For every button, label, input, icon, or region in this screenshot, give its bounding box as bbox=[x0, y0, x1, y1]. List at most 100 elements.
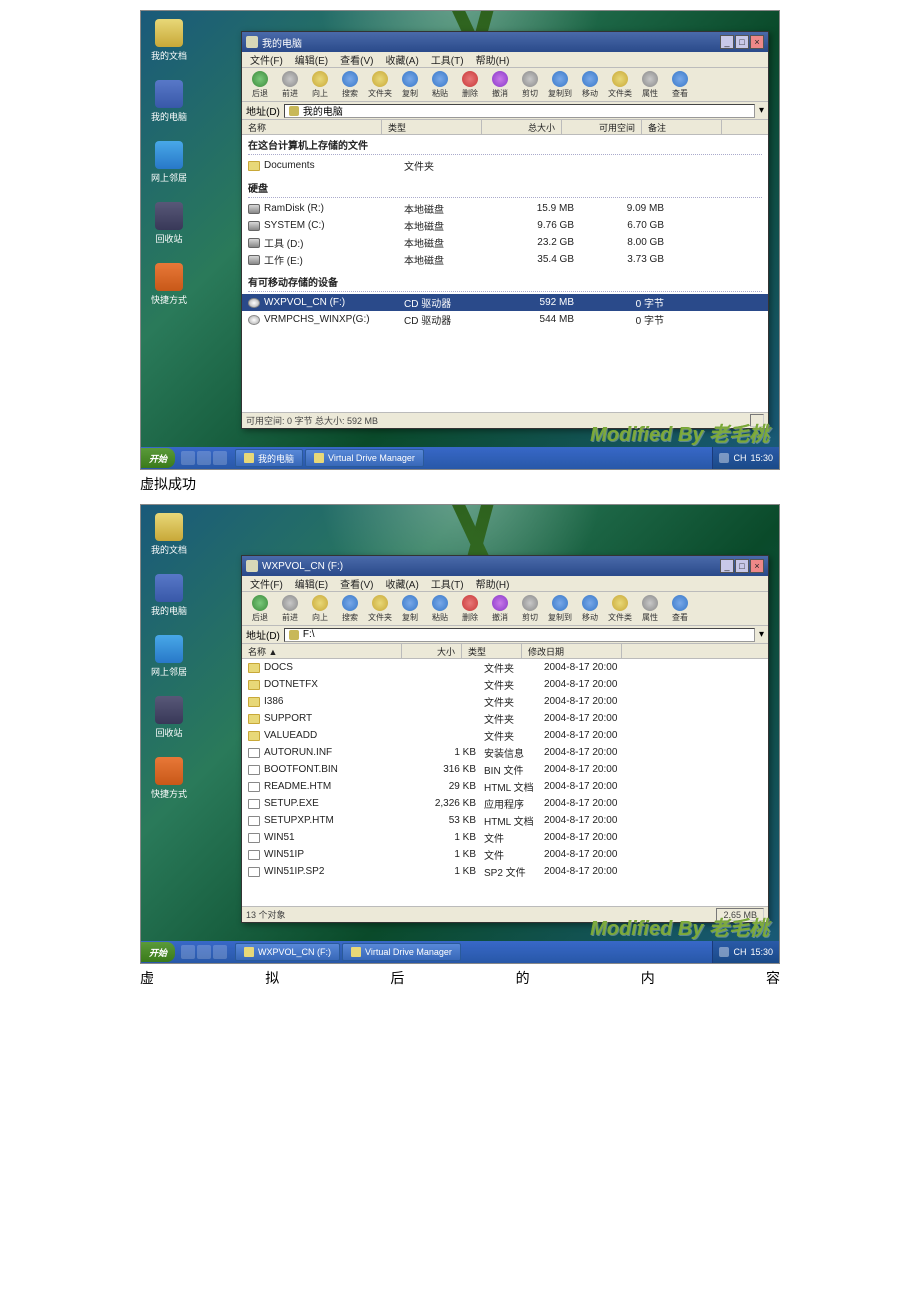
title-bar[interactable]: WXPVOL_CN (F:) _ □ × bbox=[242, 556, 768, 576]
start-button[interactable]: 开始 bbox=[141, 448, 175, 468]
tray-clock[interactable]: 15:30 bbox=[750, 453, 773, 463]
desktop-icon-my-documents[interactable]: 我的文档 bbox=[149, 513, 189, 556]
list-item[interactable]: SETUP.EXE2,326 KB应用程序2004-8-17 20:00 bbox=[242, 795, 768, 812]
toolbar-search-button[interactable]: 搜索 bbox=[336, 594, 364, 624]
list-item[interactable]: WIN51IP1 KB文件2004-8-17 20:00 bbox=[242, 846, 768, 863]
maximize-button[interactable]: □ bbox=[735, 559, 749, 573]
ql-ie-icon[interactable] bbox=[181, 945, 195, 959]
list-item[interactable]: 工作 (E:)本地磁盘35.4 GB3.73 GB bbox=[242, 251, 768, 268]
menu-help[interactable]: 帮助(H) bbox=[472, 576, 514, 591]
toolbar-delete-button[interactable]: 删除 bbox=[456, 594, 484, 624]
toolbar-filetype-button[interactable]: 文件类 bbox=[606, 594, 634, 624]
tray-lang[interactable]: CH bbox=[733, 453, 746, 463]
toolbar-undo-button[interactable]: 撤消 bbox=[486, 594, 514, 624]
desktop-icon-shortcut[interactable]: 快捷方式 bbox=[149, 263, 189, 306]
list-item[interactable]: SYSTEM (C:)本地磁盘9.76 GB6.70 GB bbox=[242, 217, 768, 234]
ql-explorer-icon[interactable] bbox=[213, 451, 227, 465]
toolbar-cut-button[interactable]: 剪切 bbox=[516, 594, 544, 624]
desktop-icon-network[interactable]: 网上邻居 bbox=[149, 635, 189, 678]
toolbar-moveto-button[interactable]: 移动 bbox=[576, 70, 604, 100]
list-item[interactable]: VRMPCHS_WINXP(G:)CD 驱动器544 MB0 字节 bbox=[242, 311, 768, 328]
list-item[interactable]: AUTORUN.INF1 KB安装信息2004-8-17 20:00 bbox=[242, 744, 768, 761]
toolbar-copy-button[interactable]: 复制 bbox=[396, 594, 424, 624]
list-item[interactable]: WIN51IP.SP21 KBSP2 文件2004-8-17 20:00 bbox=[242, 863, 768, 880]
tray-icon[interactable] bbox=[719, 947, 729, 957]
col-freespace[interactable]: 可用空间 bbox=[562, 120, 642, 134]
list-item[interactable]: README.HTM29 KBHTML 文档2004-8-17 20:00 bbox=[242, 778, 768, 795]
menu-favorites[interactable]: 收藏(A) bbox=[381, 52, 422, 67]
tray-clock[interactable]: 15:30 bbox=[750, 947, 773, 957]
maximize-button[interactable]: □ bbox=[735, 35, 749, 49]
toolbar-up-button[interactable]: 向上 bbox=[306, 70, 334, 100]
address-dropdown-icon[interactable]: ▾ bbox=[759, 629, 764, 640]
toolbar-folders-button[interactable]: 文件夹 bbox=[366, 594, 394, 624]
toolbar-search-button[interactable]: 搜索 bbox=[336, 70, 364, 100]
list-item[interactable]: DOTNETFX文件夹2004-8-17 20:00 bbox=[242, 676, 768, 693]
menu-help[interactable]: 帮助(H) bbox=[472, 52, 514, 67]
col-name[interactable]: 名称 bbox=[242, 120, 382, 134]
col-comment[interactable]: 备注 bbox=[642, 120, 722, 134]
menu-tools[interactable]: 工具(T) bbox=[427, 52, 468, 67]
list-item[interactable]: RamDisk (R:)本地磁盘15.9 MB9.09 MB bbox=[242, 200, 768, 217]
toolbar-cut-button[interactable]: 剪切 bbox=[516, 70, 544, 100]
col-type[interactable]: 类型 bbox=[462, 644, 522, 658]
toolbar-forward-button[interactable]: 前进 bbox=[276, 594, 304, 624]
toolbar-delete-button[interactable]: 删除 bbox=[456, 70, 484, 100]
list-item[interactable]: WXPVOL_CN (F:)CD 驱动器592 MB0 字节 bbox=[242, 294, 768, 311]
col-modified[interactable]: 修改日期 bbox=[522, 644, 622, 658]
menu-file[interactable]: 文件(F) bbox=[246, 52, 287, 67]
toolbar-forward-button[interactable]: 前进 bbox=[276, 70, 304, 100]
close-button[interactable]: × bbox=[750, 35, 764, 49]
menu-favorites[interactable]: 收藏(A) bbox=[381, 576, 422, 591]
desktop-icon-my-computer[interactable]: 我的电脑 bbox=[149, 574, 189, 617]
col-size[interactable]: 大小 bbox=[402, 644, 462, 658]
toolbar-copyto-button[interactable]: 复制到 bbox=[546, 70, 574, 100]
list-item[interactable]: Documents 文件夹 bbox=[242, 157, 768, 174]
list-item[interactable]: I386文件夹2004-8-17 20:00 bbox=[242, 693, 768, 710]
menu-file[interactable]: 文件(F) bbox=[246, 576, 287, 591]
toolbar-up-button[interactable]: 向上 bbox=[306, 594, 334, 624]
col-name[interactable]: 名称 ▲ bbox=[242, 644, 402, 658]
desktop-icon-network[interactable]: 网上邻居 bbox=[149, 141, 189, 184]
ql-desktop-icon[interactable] bbox=[197, 945, 211, 959]
toolbar-views-button[interactable]: 查看 bbox=[666, 70, 694, 100]
list-item[interactable]: WIN511 KB文件2004-8-17 20:00 bbox=[242, 829, 768, 846]
title-bar[interactable]: 我的电脑 _ □ × bbox=[242, 32, 768, 52]
toolbar-paste-button[interactable]: 粘贴 bbox=[426, 594, 454, 624]
desktop-icon-my-computer[interactable]: 我的电脑 bbox=[149, 80, 189, 123]
menu-view[interactable]: 查看(V) bbox=[336, 52, 377, 67]
start-button[interactable]: 开始 bbox=[141, 942, 175, 962]
toolbar-back-button[interactable]: 后退 bbox=[246, 70, 274, 100]
taskbar-item-vdm[interactable]: Virtual Drive Manager bbox=[305, 449, 424, 467]
toolbar-views-button[interactable]: 查看 bbox=[666, 594, 694, 624]
menu-edit[interactable]: 编辑(E) bbox=[291, 52, 332, 67]
address-input[interactable]: 我的电脑 bbox=[284, 104, 755, 118]
list-item[interactable]: VALUEADD文件夹2004-8-17 20:00 bbox=[242, 727, 768, 744]
tray-lang[interactable]: CH bbox=[733, 947, 746, 957]
toolbar-filetype-button[interactable]: 文件类 bbox=[606, 70, 634, 100]
address-input[interactable]: F:\ bbox=[284, 628, 755, 642]
tray-icon[interactable] bbox=[719, 453, 729, 463]
minimize-button[interactable]: _ bbox=[720, 559, 734, 573]
close-button[interactable]: × bbox=[750, 559, 764, 573]
toolbar-properties-button[interactable]: 属性 bbox=[636, 70, 664, 100]
ql-ie-icon[interactable] bbox=[181, 451, 195, 465]
menu-view[interactable]: 查看(V) bbox=[336, 576, 377, 591]
list-item[interactable]: SUPPORT文件夹2004-8-17 20:00 bbox=[242, 710, 768, 727]
col-type[interactable]: 类型 bbox=[382, 120, 482, 134]
list-item[interactable]: 工具 (D:)本地磁盘23.2 GB8.00 GB bbox=[242, 234, 768, 251]
menu-edit[interactable]: 编辑(E) bbox=[291, 576, 332, 591]
desktop-icon-my-documents[interactable]: 我的文档 bbox=[149, 19, 189, 62]
toolbar-folders-button[interactable]: 文件夹 bbox=[366, 70, 394, 100]
minimize-button[interactable]: _ bbox=[720, 35, 734, 49]
toolbar-properties-button[interactable]: 属性 bbox=[636, 594, 664, 624]
desktop-icon-shortcut[interactable]: 快捷方式 bbox=[149, 757, 189, 800]
list-item[interactable]: DOCS文件夹2004-8-17 20:00 bbox=[242, 659, 768, 676]
desktop-icon-recycle-bin[interactable]: 回收站 bbox=[149, 202, 189, 245]
toolbar-undo-button[interactable]: 撤消 bbox=[486, 70, 514, 100]
taskbar-item-my-computer[interactable]: 我的电脑 bbox=[235, 449, 303, 467]
ql-explorer-icon[interactable] bbox=[213, 945, 227, 959]
list-item[interactable]: BOOTFONT.BIN316 KBBIN 文件2004-8-17 20:00 bbox=[242, 761, 768, 778]
toolbar-paste-button[interactable]: 粘贴 bbox=[426, 70, 454, 100]
taskbar-item-drive-f[interactable]: WXPVOL_CN (F:) bbox=[235, 943, 340, 961]
